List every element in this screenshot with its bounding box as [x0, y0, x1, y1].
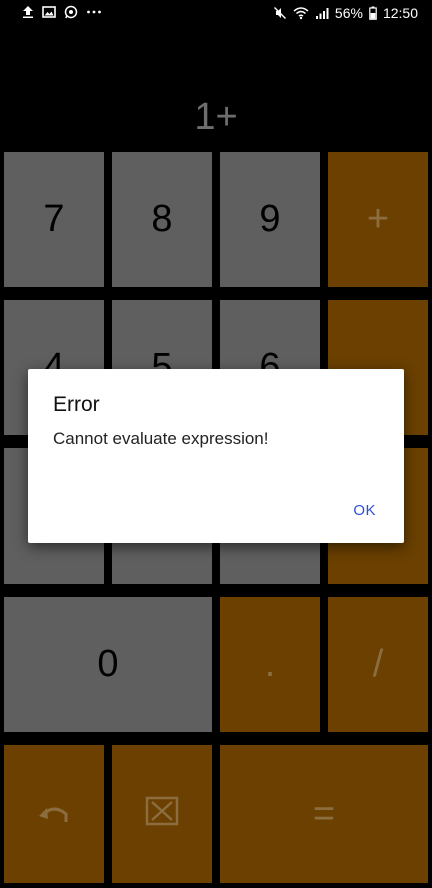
- battery-icon: [369, 6, 377, 20]
- status-left: [22, 5, 102, 19]
- mute-icon: [273, 6, 287, 20]
- battery-percent: 56%: [334, 5, 363, 21]
- upload-icon: [22, 5, 34, 19]
- whatsapp-icon: [64, 5, 78, 19]
- more-dots-icon: [86, 5, 102, 19]
- wifi-icon: [293, 6, 309, 20]
- dialog-title: Error: [53, 393, 100, 416]
- image-icon: [42, 5, 56, 19]
- signal-icon: [315, 6, 329, 20]
- error-dialog: Error Cannot evaluate expression! OK: [28, 369, 404, 543]
- dialog-message: Cannot evaluate expression!: [53, 429, 269, 448]
- status-bar: 56% 12:50: [0, 0, 432, 26]
- ok-button[interactable]: OK: [349, 500, 380, 521]
- status-right: 56% 12:50: [273, 5, 418, 21]
- clock: 12:50: [382, 5, 418, 21]
